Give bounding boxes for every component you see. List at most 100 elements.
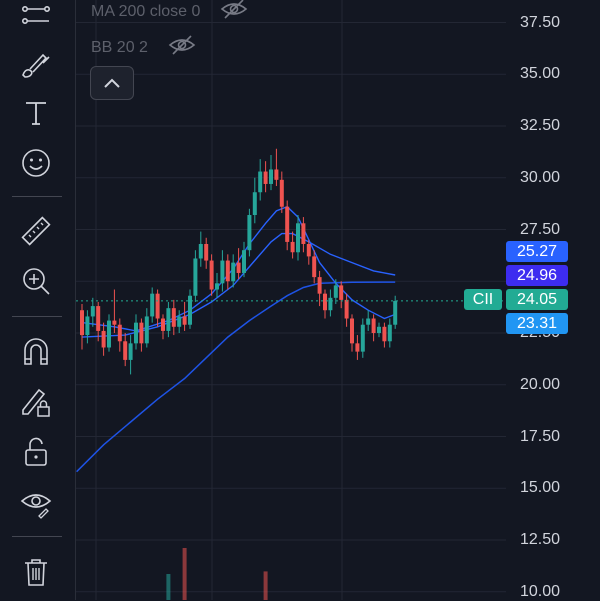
candle-body	[323, 293, 327, 311]
candle-body	[306, 243, 311, 257]
candle-body	[252, 192, 257, 216]
volume-bar	[166, 574, 171, 600]
candle-body	[247, 215, 252, 251]
brush-tool-button[interactable]	[16, 44, 56, 84]
magnet-icon	[24, 338, 48, 365]
candle-body	[80, 310, 84, 336]
price-axis-tick: 17.50	[519, 427, 560, 445]
delete-button[interactable]	[16, 551, 56, 591]
candle-body	[285, 206, 290, 242]
candle-body	[296, 223, 300, 253]
candle-body	[258, 171, 263, 193]
eye-icon	[20, 494, 52, 519]
candle-body	[339, 285, 344, 300]
candle-body	[366, 318, 371, 325]
price-axis-tick: 12.50	[519, 531, 560, 548]
candle-body	[101, 330, 106, 348]
price-axis-tick: 35.00	[519, 65, 560, 83]
candle-body	[144, 316, 149, 344]
unlock-icon	[25, 437, 47, 466]
candle-body	[139, 322, 144, 344]
collapse-legend-button[interactable]	[90, 66, 134, 100]
candle-body	[333, 285, 338, 298]
price-tag: 24.05	[506, 289, 568, 310]
candle-body	[90, 306, 95, 317]
candle-body	[290, 241, 295, 253]
candle-body	[209, 260, 214, 290]
candle-body	[193, 258, 198, 296]
candle-body	[344, 299, 349, 319]
candle-body	[107, 320, 111, 348]
candle-body	[301, 223, 306, 244]
drawing-toolbar	[0, 0, 76, 600]
candle-body	[112, 320, 117, 325]
candle-body	[279, 179, 284, 207]
candle-body	[393, 300, 398, 325]
candle-body	[387, 324, 392, 342]
price-axis-tick: 32.50	[519, 117, 560, 134]
candle-body	[171, 308, 176, 327]
hidden-eye-icon[interactable]	[168, 34, 196, 61]
candle-body	[188, 295, 192, 325]
lock-drawings-button[interactable]	[16, 381, 56, 421]
brush-icon	[22, 53, 50, 78]
candle-body	[96, 306, 101, 331]
candle-body	[382, 326, 387, 342]
candle-body	[231, 262, 236, 282]
candle-body	[128, 343, 133, 360]
candle-body	[242, 250, 246, 273]
bb-legend: BB 20 2	[91, 34, 196, 61]
price-axis-tick: 30.00	[519, 168, 560, 186]
zoom-tool-button[interactable]	[16, 261, 56, 301]
price-tag: 24.96	[506, 265, 568, 286]
candle-body	[269, 169, 273, 184]
candle-body	[161, 318, 165, 331]
price-axis-tick: 27.50	[519, 220, 560, 238]
candle-body	[166, 308, 171, 331]
emoji-tool-button[interactable]	[16, 143, 56, 183]
chart-pane[interactable]: MA 200 close 0 BB 20 2 37.50 35.00 32.50 30…	[76, 0, 600, 600]
price-axis-tick: 37.50	[519, 13, 560, 31]
candle-body	[198, 243, 203, 259]
ruler-tool-button[interactable]	[16, 211, 56, 251]
ruler-icon	[21, 216, 51, 246]
price-axis-tick: 10.00	[519, 582, 560, 600]
unlock-button[interactable]	[16, 432, 56, 472]
hide-drawings-button[interactable]	[16, 482, 56, 522]
candle-body	[177, 316, 182, 327]
candle-body	[123, 341, 128, 360]
volume-bar	[182, 548, 187, 600]
toolbar-divider	[12, 536, 62, 537]
bb-legend-label: BB 20 2	[91, 38, 148, 56]
emoji-icon	[22, 149, 50, 177]
candle-body	[355, 343, 360, 352]
magnet-tool-button[interactable]	[16, 331, 56, 371]
price-tag: 25.27	[506, 241, 568, 262]
candle-body	[150, 293, 155, 317]
lock-pencil-icon	[22, 388, 50, 417]
text-tool-button[interactable]	[16, 92, 56, 132]
candle-body	[204, 243, 209, 261]
candle-body	[134, 322, 138, 344]
candle-body	[317, 277, 322, 294]
candle-body	[350, 318, 354, 344]
trash-icon	[25, 559, 47, 586]
candle-body	[117, 324, 122, 342]
candle-body	[371, 318, 376, 333]
candle-body	[182, 316, 187, 325]
text-icon	[26, 102, 46, 125]
candle-body	[328, 297, 333, 311]
crosshair-tool-button[interactable]	[16, 0, 56, 36]
toolbar-divider	[12, 316, 62, 317]
candle-body	[263, 171, 268, 184]
price-axis-tick: 20.00	[519, 375, 560, 393]
candle-body	[155, 293, 160, 319]
candle-body	[274, 169, 279, 180]
candle-body	[312, 256, 317, 278]
zoom-icon	[23, 268, 50, 295]
ma-legend: MA 200 close 0	[91, 0, 248, 25]
candle-body	[215, 283, 219, 290]
ma-legend-label: MA 200 close 0	[91, 2, 201, 20]
candle-body	[360, 324, 365, 352]
hidden-eye-icon[interactable]	[220, 0, 248, 25]
